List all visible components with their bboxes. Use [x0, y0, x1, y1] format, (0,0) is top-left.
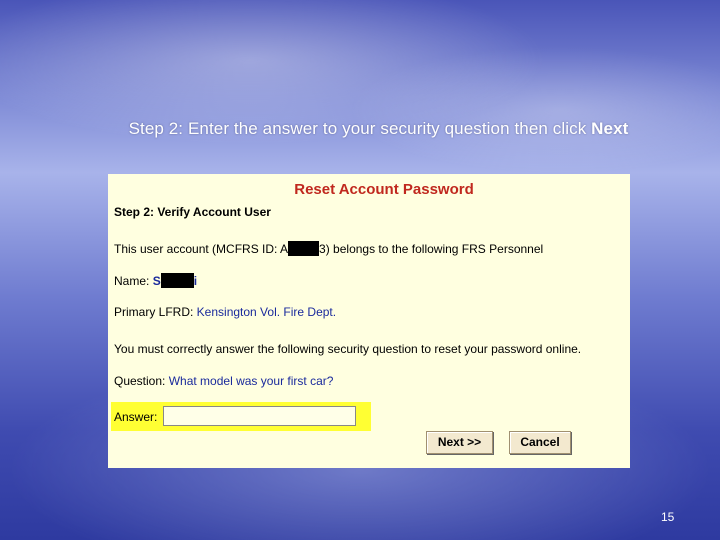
answer-label: Answer: [114, 410, 158, 424]
account-line-suffix: 3) belongs to the following FRS Personne… [319, 242, 544, 256]
slide-instruction: Step 2: Enter the answer to your securit… [0, 119, 720, 139]
redacted-id-block [288, 241, 320, 256]
redacted-name-block [160, 273, 194, 288]
name-value-end: i [193, 274, 198, 288]
name-line: Name: Si [114, 273, 197, 288]
answer-row: Answer: [111, 402, 371, 431]
account-line: This user account (MCFRS ID: A 3) belongs… [114, 241, 543, 256]
primary-lfrd-value: Kensington Vol. Fire Dept. [196, 305, 337, 319]
name-label: Name: [114, 274, 153, 288]
answer-input[interactable] [163, 406, 356, 426]
question-label: Question: [114, 374, 169, 388]
security-instruction: You must correctly answer the following … [114, 342, 582, 356]
step-heading: Step 2: Verify Account User [114, 205, 271, 219]
panel-heading: Reset Account Password [294, 181, 474, 198]
account-line-prefix: This user account (MCFRS ID: A [114, 242, 289, 256]
cancel-button[interactable]: Cancel [509, 431, 571, 454]
primary-lfrd-label: Primary LFRD: [114, 305, 197, 319]
question-line: Question: What model was your first car? [114, 374, 333, 388]
reset-password-panel: Reset Account Password Step 2: Verify Ac… [108, 174, 630, 468]
name-value-start: S [152, 274, 161, 288]
next-button[interactable]: Next >> [426, 431, 493, 454]
slide-page-number: 15 [661, 510, 675, 524]
primary-lfrd-line: Primary LFRD: Kensington Vol. Fire Dept. [114, 305, 336, 319]
question-value: What model was your first car? [168, 374, 334, 388]
instruction-next-emphasis: Next [591, 119, 629, 138]
instruction-text: Step 2: Enter the answer to your securit… [128, 119, 592, 138]
